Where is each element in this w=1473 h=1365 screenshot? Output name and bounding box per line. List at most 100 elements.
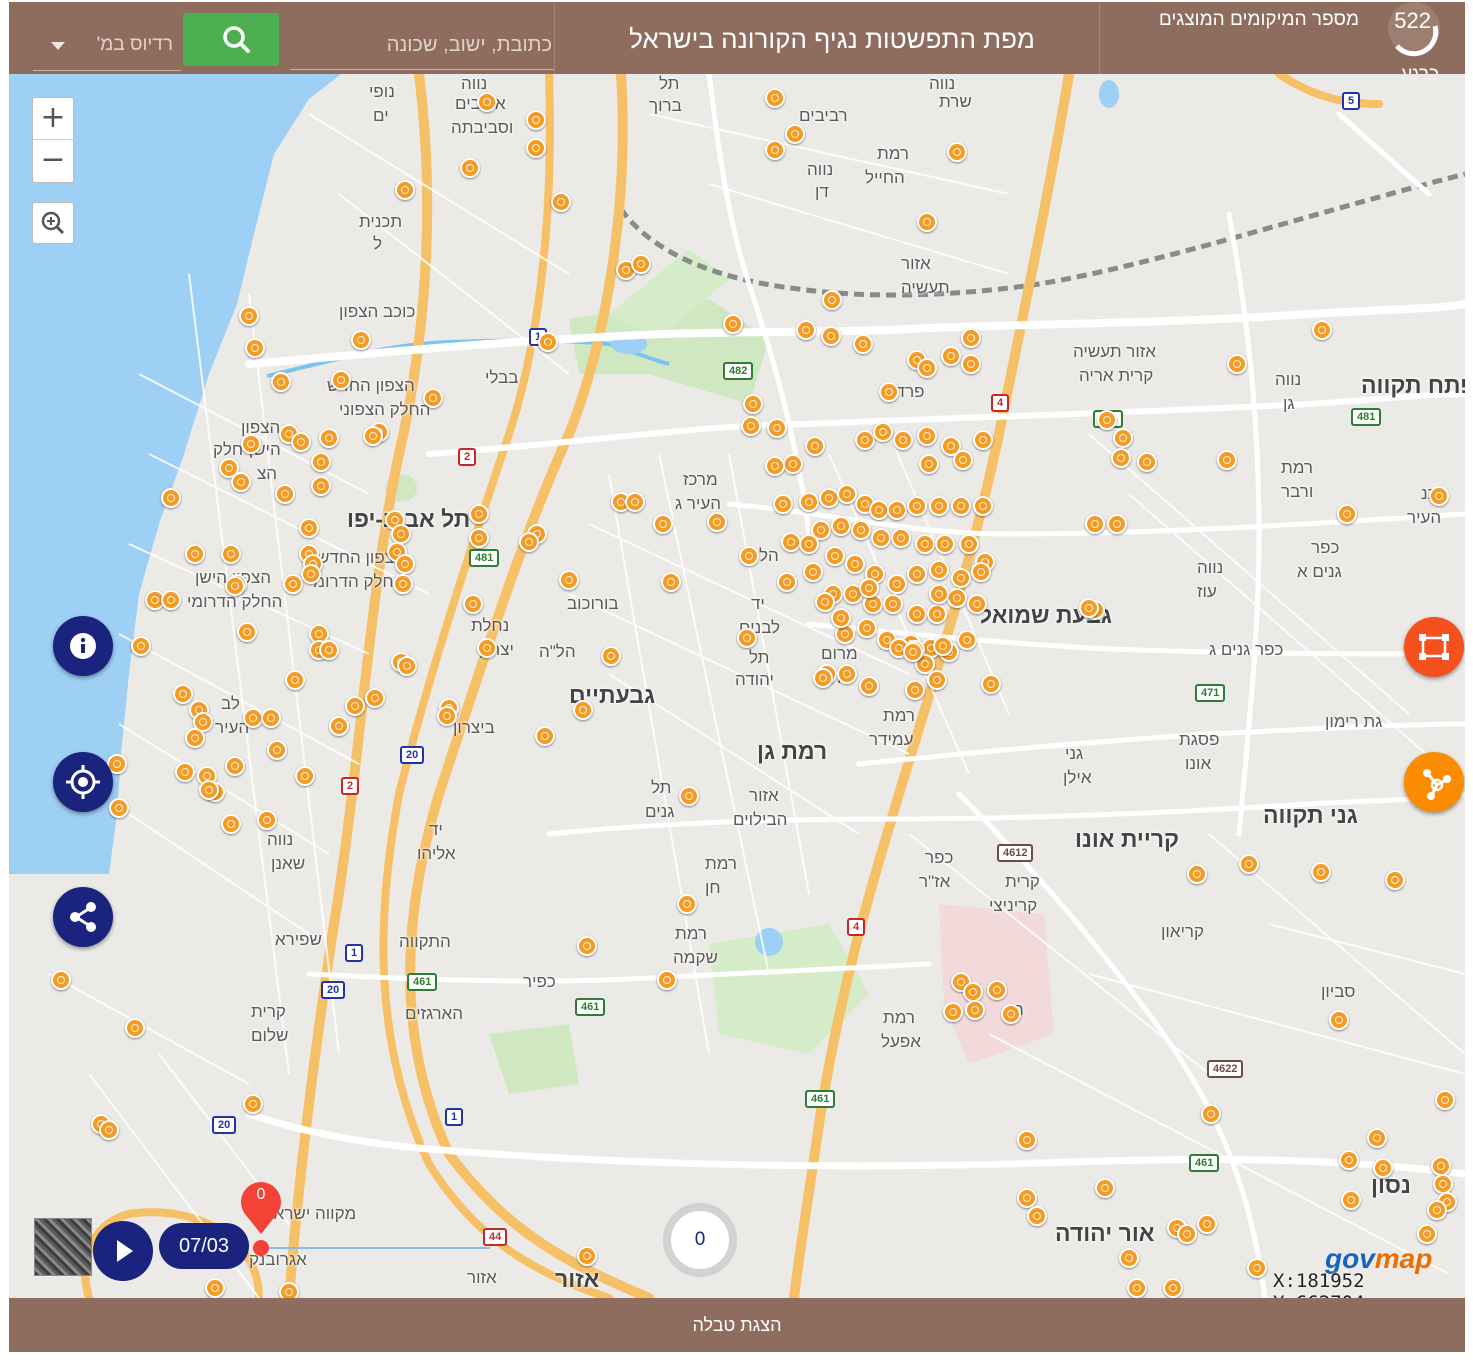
radius-select[interactable]: רדיוס במ' (33, 20, 181, 71)
case-marker[interactable] (1337, 504, 1357, 524)
case-marker[interactable] (967, 594, 987, 614)
case-marker[interactable] (1097, 410, 1117, 430)
case-marker[interactable] (737, 628, 757, 648)
case-marker[interactable] (319, 428, 339, 448)
case-marker[interactable] (395, 180, 415, 200)
case-marker[interactable] (961, 354, 981, 374)
case-marker[interactable] (905, 680, 925, 700)
case-marker[interactable] (951, 496, 971, 516)
case-marker[interactable] (723, 314, 743, 334)
case-marker[interactable] (365, 688, 385, 708)
case-marker[interactable] (796, 320, 816, 340)
case-marker[interactable] (959, 534, 979, 554)
case-marker[interactable] (929, 496, 949, 516)
case-marker[interactable] (859, 578, 879, 598)
case-marker[interactable] (1163, 1278, 1183, 1298)
case-marker[interactable] (1017, 1130, 1037, 1150)
case-marker[interactable] (657, 970, 677, 990)
case-marker[interactable] (239, 306, 259, 326)
case-marker[interactable] (1367, 1128, 1387, 1148)
timeline-track[interactable] (260, 1247, 490, 1249)
case-marker[interactable] (463, 594, 483, 614)
case-marker[interactable] (1417, 1224, 1437, 1244)
zoom-in-button[interactable]: + (33, 98, 73, 139)
case-marker[interactable] (391, 524, 411, 544)
case-marker[interactable] (577, 936, 597, 956)
case-marker[interactable] (821, 326, 841, 346)
case-marker[interactable] (601, 646, 621, 666)
case-marker[interactable] (1427, 1200, 1447, 1220)
case-marker[interactable] (279, 1282, 299, 1298)
case-marker[interactable] (1239, 854, 1259, 874)
case-marker[interactable] (295, 766, 315, 786)
case-marker[interactable] (837, 484, 857, 504)
case-marker[interactable] (1227, 354, 1247, 374)
case-marker[interactable] (929, 560, 949, 580)
case-marker[interactable] (1017, 1188, 1037, 1208)
case-marker[interactable] (161, 590, 181, 610)
case-marker[interactable] (803, 562, 823, 582)
case-marker[interactable] (907, 564, 927, 584)
case-marker[interactable] (871, 528, 891, 548)
case-marker[interactable] (51, 970, 71, 990)
timeline-handle[interactable] (253, 1240, 269, 1256)
case-marker[interactable] (285, 670, 305, 690)
case-marker[interactable] (267, 740, 287, 760)
case-marker[interactable] (173, 684, 193, 704)
case-marker[interactable] (477, 92, 497, 112)
case-marker[interactable] (917, 358, 937, 378)
case-marker[interactable] (903, 642, 923, 662)
case-marker[interactable] (577, 1246, 597, 1266)
case-marker[interactable] (245, 338, 265, 358)
share-button[interactable] (53, 887, 113, 947)
case-marker[interactable] (185, 544, 205, 564)
case-marker[interactable] (773, 494, 793, 514)
case-marker[interactable] (1385, 870, 1405, 890)
case-marker[interactable] (907, 496, 927, 516)
basemap-switcher[interactable] (34, 1218, 92, 1276)
case-marker[interactable] (915, 534, 935, 554)
case-marker[interactable] (907, 604, 927, 624)
case-marker[interactable] (831, 516, 851, 536)
case-marker[interactable] (573, 700, 593, 720)
case-marker[interactable] (941, 346, 961, 366)
case-marker[interactable] (917, 212, 937, 232)
case-marker[interactable] (631, 254, 651, 274)
case-marker[interactable] (319, 640, 339, 660)
case-marker[interactable] (301, 564, 321, 584)
case-marker[interactable] (799, 534, 819, 554)
case-marker[interactable] (397, 656, 417, 676)
case-marker[interactable] (819, 488, 839, 508)
case-marker[interactable] (1217, 450, 1237, 470)
case-marker[interactable] (879, 382, 899, 402)
case-marker[interactable] (423, 388, 443, 408)
case-marker[interactable] (1431, 1156, 1451, 1176)
case-marker[interactable] (765, 88, 785, 108)
case-marker[interactable] (1429, 486, 1449, 506)
case-marker[interactable] (1373, 1158, 1393, 1178)
case-marker[interactable] (822, 290, 842, 310)
case-marker[interactable] (869, 500, 889, 520)
case-marker[interactable] (981, 674, 1001, 694)
case-marker[interactable] (205, 1278, 225, 1298)
case-marker[interactable] (161, 488, 181, 508)
case-marker[interactable] (469, 528, 489, 548)
case-marker[interactable] (257, 810, 277, 830)
case-marker[interactable] (987, 980, 1007, 1000)
case-marker[interactable] (947, 142, 967, 162)
case-marker[interactable] (99, 1120, 119, 1140)
case-marker[interactable] (393, 574, 413, 594)
map-canvas[interactable]: נופי ים נווה אביבים וסביבתה תל ברוך רביב… (9, 74, 1465, 1298)
my-location-button[interactable] (53, 752, 113, 812)
case-marker[interactable] (933, 636, 953, 656)
case-marker[interactable] (1177, 1224, 1197, 1244)
case-marker[interactable] (799, 492, 819, 512)
case-marker[interactable] (893, 430, 913, 450)
case-marker[interactable] (953, 450, 973, 470)
case-marker[interactable] (225, 576, 245, 596)
case-marker[interactable] (395, 554, 415, 574)
case-marker[interactable] (883, 594, 903, 614)
case-marker[interactable] (1329, 1010, 1349, 1030)
case-marker[interactable] (815, 592, 835, 612)
case-marker[interactable] (1137, 452, 1157, 472)
